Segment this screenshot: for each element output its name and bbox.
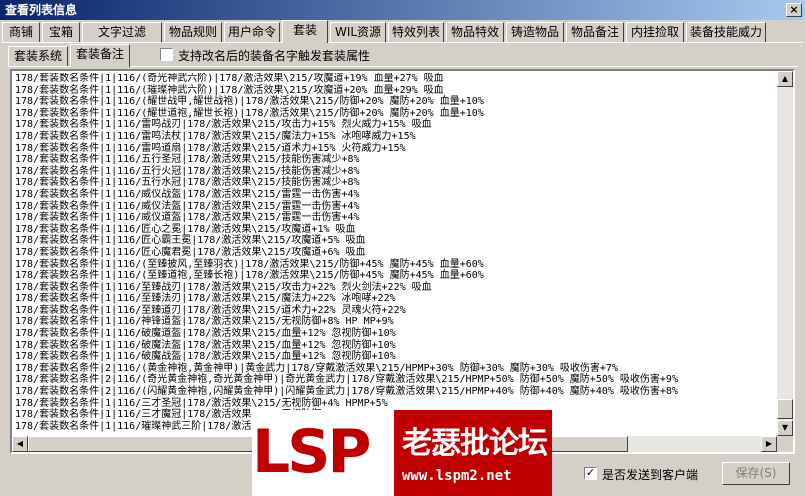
watermark-url: www.lspm2.net [402, 468, 512, 484]
list-item: 178/套装数名条件|1|116/(奇光神武六阶)|178/激活效果\215/攻… [15, 73, 444, 84]
list-item: 178/套装数名条件|1|116/威仪法盔|178/激活效果\215/雷霆一击伤… [15, 200, 360, 212]
rename-trigger-checkbox[interactable] [160, 48, 173, 61]
watermark: LSP 老瑟批论坛 www.lspm2.net [252, 410, 552, 496]
list-item: 178/套装数名条件|1|116/至臻道刃|178/激活效果\215/道术力+2… [15, 304, 406, 316]
subtab-suit-notes[interactable]: 套装备注 [70, 44, 130, 67]
vertical-scrollbar[interactable]: ▲ ▼ [777, 71, 793, 436]
tabbar-divider [2, 42, 803, 43]
list-item: 178/套装数名条件|1|116/(耀世战甲,耀世战袍)|178/激活效果\21… [15, 96, 484, 108]
tab-item-rules[interactable]: 物品规则 [164, 22, 222, 42]
list-item: 178/套装数名条件|1|116/威仪战盔|178/激活效果\215/雷霆一击伤… [15, 188, 360, 200]
list-item: 178/套装数名条件|1|116/至臻战刃|178/激活效果\215/攻击力+2… [15, 281, 432, 293]
tab-item-effects[interactable]: 物品特效 [446, 22, 504, 42]
list-item: 178/套装数名条件|1|116/匠心霸王冕|178/激活效果\215/攻魔道+… [15, 235, 366, 247]
tab-equipment-skill-power[interactable]: 装备技能威力 [686, 22, 766, 42]
tab-forged-items[interactable]: 铸造物品 [506, 22, 564, 42]
scrollbar-corner [777, 436, 793, 452]
suit-notes-list[interactable]: 178/套装数名条件|1|116/(奇光神武六阶)|178/激活效果\215/攻… [10, 69, 795, 454]
vertical-scroll-thumb[interactable] [777, 399, 793, 419]
list-item: 178/套装数名条件|1|116/破魔战盔|178/激活效果\215/血量+12… [15, 351, 396, 363]
send-to-client-label: 是否发送到客户端 [602, 468, 699, 482]
list-item: 178/套装数名条件|1|116/破魔道盔|178/激活效果\215/血量+12… [15, 328, 396, 340]
close-button[interactable]: × [786, 3, 802, 17]
scroll-down-button[interactable]: ▼ [777, 420, 793, 436]
rename-trigger-label: 支持改名后的装备名字触发套装属性 [178, 49, 371, 63]
scroll-up-button[interactable]: ▲ [777, 71, 793, 87]
window-titlebar: 查看列表信息 × [0, 0, 805, 20]
list-item: 178/套装数名条件|1|116/破魔法盔|178/激活效果\215/血量+12… [15, 339, 396, 351]
tab-effect-list[interactable]: 特效列表 [388, 22, 444, 42]
list-item: 178/套装数名条件|1|116/三才圣冠|178/激活效果\215/无视防御+… [15, 397, 388, 409]
list-item: 178/套装数名条件|1|116/(至臻道袍,至臻长袍)|178/激活效果\21… [15, 270, 484, 282]
list-item: 178/套装数名条件|2|116/(黄金神袍,黄金神甲)|黄金武力|178/穿戴… [15, 362, 618, 374]
subtab-suit-system[interactable]: 套装系统 [8, 46, 68, 66]
scroll-left-button[interactable]: ◀ [12, 436, 28, 452]
tab-user-commands[interactable]: 用户命令 [224, 22, 280, 42]
tab-auto-pickup[interactable]: 内挂捡取 [626, 22, 684, 42]
list-item: 178/套装数名条件|1|116/匠心之冕|178/激活效果\215/攻魔道+1… [15, 223, 356, 235]
list-item: 178/套装数名条件|1|116/匠心魔君冕|178/激活效果\215/攻魔道+… [15, 246, 366, 258]
list-item: 178/套装数名条件|1|116/(璀璨神武六阶)|178/激活效果\215/攻… [15, 84, 444, 96]
watermark-forum-name: 老瑟批论坛 [402, 426, 548, 461]
list-item: 178/套装数名条件|1|116/五行圣冠|178/激活效果\215/技能伤害减… [15, 154, 360, 166]
window-title: 查看列表信息 [5, 3, 78, 17]
list-item: 178/套装数名条件|1|116/雷鸣道扇|178/激活效果\215/道术力+1… [15, 142, 406, 154]
save-button[interactable]: 保存(S) [722, 462, 790, 485]
suit-notes-lines: 178/套装数名条件|1|116/(奇光神武六阶)|178/激活效果\215/攻… [15, 73, 775, 432]
list-item: 178/套装数名条件|1|116/雷鸣法杖|178/激活效果\215/魔法力+1… [15, 130, 416, 142]
sub-tabbar: 套装系统 套装备注 [8, 44, 798, 68]
tab-suits[interactable]: 套装 [282, 20, 328, 43]
list-item: 178/套装数名条件|1|116/五行水冠|178/激活效果\215/技能伤害减… [15, 177, 360, 189]
list-item: 178/套装数名条件|1|116/雷鸣战刃|178/激活效果\215/攻击力+1… [15, 119, 432, 131]
tab-item-notes[interactable]: 物品备注 [566, 22, 624, 42]
list-item: 178/套装数名条件|2|116/(闪耀黄金神袍,闪耀黄金神甲)|闪耀黄金武力|… [15, 386, 678, 398]
list-item: 178/套装数名条件|1|116/五行火冠|178/激活效果\215/技能伤害减… [15, 165, 360, 177]
list-item: 178/套装数名条件|1|116/(耀世道袍,耀世长袍)|178/激活效果\21… [15, 107, 484, 119]
list-item: 178/套装数名条件|1|116/威仪道盔|178/激活效果\215/雷霆一击伤… [15, 212, 360, 224]
tab-text-filter[interactable]: 文字过滤 [82, 22, 162, 42]
tab-treasure-box[interactable]: 宝箱 [42, 22, 80, 42]
list-item: 178/套装数名条件|1|116/(至臻披风,至臻羽衣)|178/激活效果\21… [15, 258, 484, 270]
scroll-right-button[interactable]: ▶ [761, 436, 777, 452]
tab-shop[interactable]: 商铺 [2, 22, 40, 42]
send-to-client-checkbox[interactable]: ✓ [584, 467, 597, 480]
main-tabbar: 商铺 宝箱 文字过滤 物品规则 用户命令 套装 WIL资源 特效列表 物品特效 … [2, 20, 802, 43]
list-item: 178/套装数名条件|1|116/至臻法刃|178/激活效果\215/魔法力+2… [15, 293, 396, 305]
list-item: 178/套装数名条件|2|116/(奇光黄金神袍,奇光黄金神甲)|奇光黄金武力|… [15, 374, 678, 386]
list-item: 178/套装数名条件|1|116/神锋道盔|178/激活效果\215/无视防御+… [15, 316, 394, 328]
tab-wil-resources[interactable]: WIL资源 [330, 22, 386, 42]
watermark-logo: LSP [252, 417, 371, 487]
